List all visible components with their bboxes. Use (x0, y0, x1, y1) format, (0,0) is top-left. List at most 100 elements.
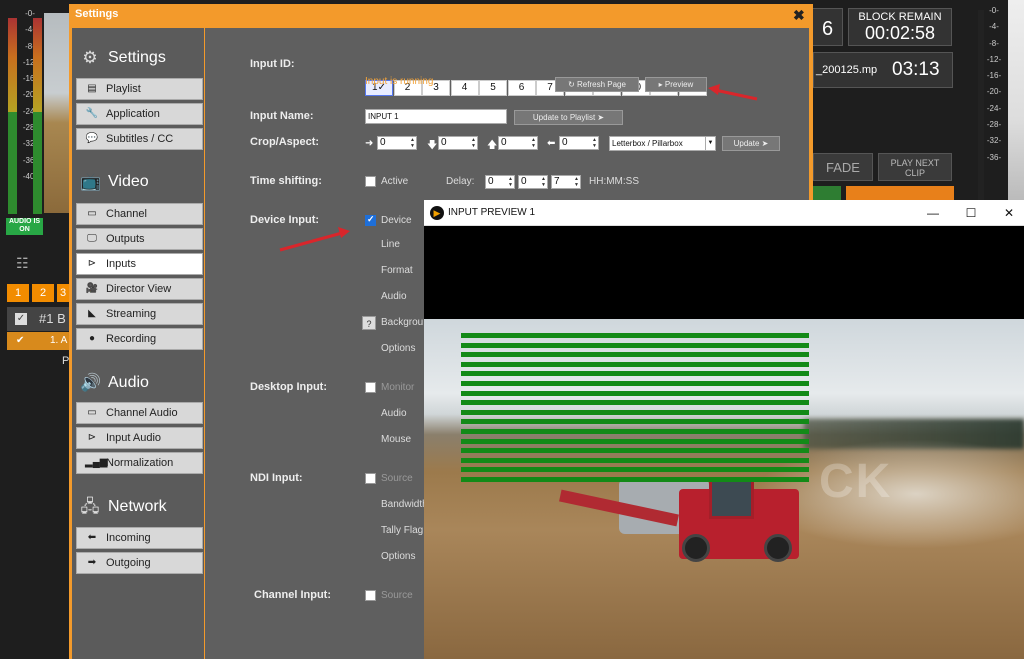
vu-scale-tick: -16- (986, 71, 1002, 81)
sidebar-item-label: Inputs (106, 258, 136, 270)
sidebar-item-subtitles[interactable]: 💬 Subtitles / CC (76, 128, 203, 150)
minimize-icon[interactable]: — (924, 204, 942, 222)
channel-source-checkbox[interactable] (365, 590, 376, 601)
vu-scale-right: -0- -4- -8- -12- -16- -20- -24- -28- -32- -36- (983, 3, 1005, 166)
sidebar-item-label: Outputs (106, 233, 145, 245)
sidebar-item-outgoing[interactable]: ➡ Outgoing (76, 552, 203, 574)
spinner-icon[interactable]: ▲ ▼ (592, 137, 597, 149)
green-line (461, 352, 809, 358)
input-name-label: Input Name: (250, 110, 314, 122)
ndi-source-checkbox[interactable] (365, 473, 376, 484)
spinner-icon[interactable]: ▲ ▼ (574, 176, 579, 188)
playlist-sub-row[interactable]: ✔ 1. A (7, 332, 70, 350)
chevron-down-icon[interactable]: ▼ (705, 137, 715, 150)
sidebar-item-label: Director View (106, 283, 172, 295)
fade-button[interactable]: FADE (813, 153, 873, 181)
spinner-icon[interactable]: ▲ ▼ (531, 137, 536, 149)
time-shifting-label: Time shifting: (250, 175, 322, 187)
sidebar-item-recording[interactable]: ● Recording (76, 328, 203, 350)
spinner-icon[interactable]: ▲ ▼ (508, 176, 513, 188)
crop-left-input[interactable]: 0 ▲ ▼ (377, 136, 417, 150)
crop-top-input[interactable]: 0 ▲ ▼ (438, 136, 478, 150)
input-id-4[interactable]: 4 (450, 80, 479, 96)
delay-hours-input[interactable]: 0 ▲ ▼ (485, 175, 515, 189)
arrow-left-icon: ⬅ (87, 532, 97, 543)
input-preview-window: ▶ INPUT PREVIEW 1 — ☐ ✕ CK (424, 200, 1024, 659)
delay-seconds-input[interactable]: 7 ▲ ▼ (551, 175, 581, 189)
vu-scale-tick: -32- (986, 136, 1002, 146)
play-next-clip-button[interactable]: PLAY NEXT CLIP (878, 153, 952, 181)
close-icon[interactable]: ✕ (1000, 204, 1018, 222)
checkbox-icon[interactable]: ✓ (15, 313, 27, 325)
tab-3[interactable]: 3 (57, 284, 69, 302)
help-icon[interactable]: ? (362, 316, 376, 330)
audio-on-badge[interactable]: AUDIO IS ON (6, 218, 43, 235)
aspect-select[interactable]: Letterbox / Pillarbox ▼ (609, 136, 716, 151)
active-label: Active (381, 176, 409, 187)
delay-minutes-input[interactable]: 0 ▲ ▼ (518, 175, 548, 189)
input-id-label: Input ID: (250, 58, 295, 70)
update-to-playlist-button[interactable]: Update to Playlist ➤ (514, 110, 623, 125)
speaker-icon: 🔊 (80, 373, 102, 392)
tab-2[interactable]: 2 (32, 284, 54, 302)
sidebar-item-application[interactable]: 🔧 Application (76, 103, 203, 125)
arrow-down-icon: 🡇 (427, 140, 438, 151)
sidebar-item-normalization[interactable]: ▂▄▆ Normalization (76, 452, 203, 474)
section-settings: ⚙ Settings (72, 40, 204, 76)
camera-icon: 🎥 (85, 283, 99, 294)
list-icon[interactable]: ☷ (16, 255, 29, 272)
input-name-field[interactable] (365, 109, 507, 124)
playlist-row[interactable]: ✓ #1 B (7, 307, 70, 331)
settings-sidebar: ⚙ Settings ▤ Playlist 🔧 Application 💬 Su… (72, 28, 204, 659)
ndi-options-option: Options (381, 551, 416, 562)
sidebar-item-streaming[interactable]: ◣ Streaming (76, 303, 203, 325)
section-title: Video (108, 173, 149, 190)
monitor-checkbox[interactable] (365, 382, 376, 393)
desktop-input-label: Desktop Input: (250, 381, 327, 393)
sidebar-item-label: Playlist (106, 83, 141, 95)
spinner-icon[interactable]: ▲ ▼ (410, 137, 415, 149)
input-id-6[interactable]: 6 (507, 80, 536, 96)
sidebar-item-inputs[interactable]: ⊳ Inputs (76, 253, 203, 275)
playlist-row-label: #1 B (39, 311, 66, 326)
tractor-cab (709, 479, 754, 519)
record-dot-icon: ● (88, 333, 96, 344)
crop-right-input[interactable]: 0 ▲ ▼ (559, 136, 599, 150)
maximize-icon[interactable]: ☐ (962, 204, 980, 222)
active-checkbox[interactable] (365, 176, 376, 187)
section-title: Network (108, 498, 167, 515)
sidebar-item-outputs[interactable]: 🖵 Outputs (76, 228, 203, 250)
green-line (461, 390, 809, 396)
sidebar-item-input-audio[interactable]: ⊳ Input Audio (76, 427, 203, 449)
tab-1[interactable]: 1 (7, 284, 29, 302)
sidebar-item-playlist[interactable]: ▤ Playlist (76, 78, 203, 100)
line-option: Line (381, 239, 400, 250)
close-icon[interactable]: ✖ (793, 7, 805, 24)
sidebar-item-label: Channel Audio (106, 407, 178, 419)
input-icon: ⊳ (87, 258, 97, 269)
vu-scale-tick: -28- (986, 120, 1002, 130)
sidebar-item-label: Application (106, 108, 160, 120)
spinner-icon[interactable]: ▲ ▼ (541, 176, 546, 188)
input-id-5[interactable]: 5 (479, 80, 507, 96)
preview-button[interactable]: ▸ Preview (645, 77, 707, 92)
block-remain-label: BLOCK REMAIN (858, 11, 942, 23)
speech-bubble-icon: 💬 (85, 133, 99, 144)
green-line (461, 419, 809, 425)
sidebar-item-channel[interactable]: ▭ Channel (76, 203, 203, 225)
device-checkbox[interactable] (365, 214, 376, 226)
sidebar-item-director-view[interactable]: 🎥 Director View (76, 278, 203, 300)
crop-bottom-input[interactable]: 0 ▲ ▼ (498, 136, 538, 150)
preview-titlebar[interactable]: ▶ INPUT PREVIEW 1 — ☐ ✕ (424, 200, 1024, 226)
mouse-option: Mouse (381, 434, 412, 445)
spinner-icon[interactable]: ▲ ▼ (471, 137, 476, 149)
sidebar-item-incoming[interactable]: ⬅ Incoming (76, 527, 203, 549)
gear-icon: ⚙ (82, 48, 98, 67)
vu-scale-tick: -20- (986, 87, 1002, 97)
sidebar-item-channel-audio[interactable]: ▭ Channel Audio (76, 402, 203, 424)
device-input-label: Device Input: (250, 214, 320, 226)
tally-flag-option: Tally Flag (381, 525, 424, 536)
green-line (461, 457, 809, 463)
update-button[interactable]: Update ➤ (722, 136, 780, 151)
refresh-page-button[interactable]: ↻ Refresh Page (555, 77, 639, 92)
